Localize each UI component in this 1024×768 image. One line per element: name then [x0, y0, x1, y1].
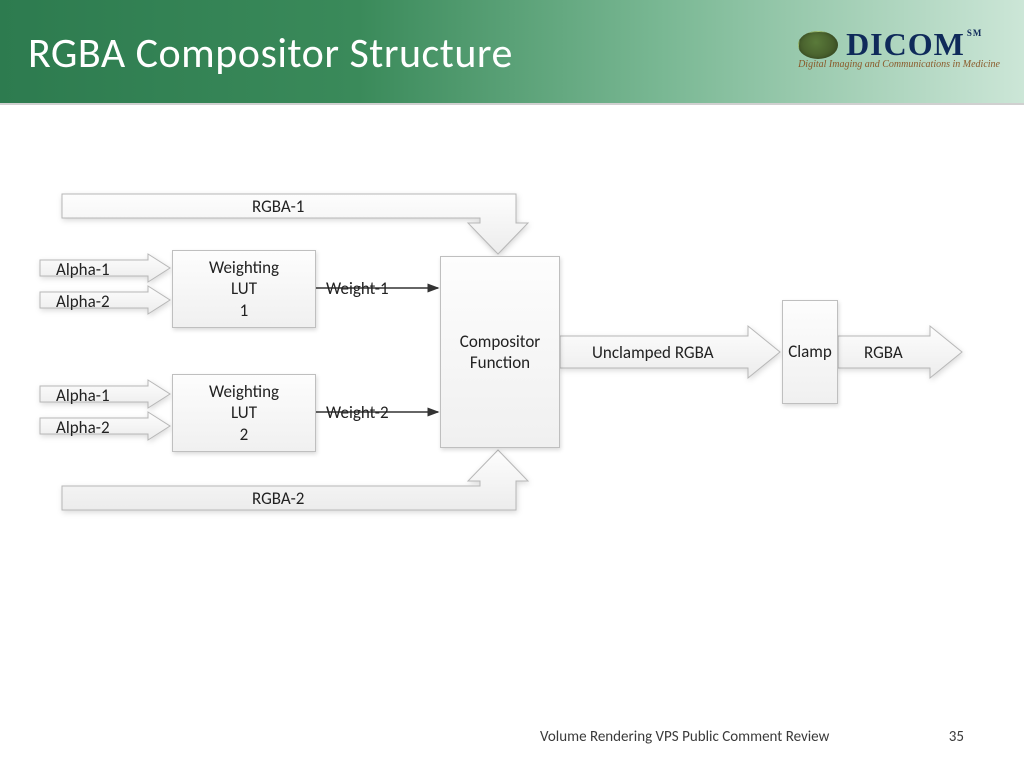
compositor-function-box: Compositor Function: [440, 256, 560, 448]
slide-header: RGBA Compositor Structure DICOMSM Digita…: [0, 0, 1024, 105]
alpha1-lut1-label: Alpha-1: [56, 259, 110, 280]
alpha2-lut2-label: Alpha-2: [56, 417, 110, 438]
diagram-canvas: RGBA-1 RGBA-2 Alpha-1 Alpha-2 Alpha-1 Al…: [0, 190, 1024, 560]
weighting-lut-2-box: Weighting LUT 2: [172, 374, 316, 452]
logo-text: DICOMSM: [846, 26, 980, 63]
weighting-lut-1-box: Weighting LUT 1: [172, 250, 316, 328]
page-number: 35: [949, 728, 964, 746]
slide-footer: Volume Rendering VPS Public Comment Revi…: [0, 728, 1024, 752]
globe-icon: [798, 31, 838, 59]
unclamped-rgba-label: Unclamped RGBA: [592, 342, 714, 363]
rgba2-label: RGBA-2: [252, 488, 304, 509]
alpha1-lut2-label: Alpha-1: [56, 385, 110, 406]
clamp-box: Clamp: [782, 300, 838, 404]
rgba1-label: RGBA-1: [252, 196, 304, 217]
alpha2-lut1-label: Alpha-2: [56, 291, 110, 312]
slide-title: RGBA Compositor Structure: [28, 28, 513, 79]
weight2-label: Weight-2: [326, 402, 389, 423]
weight1-label: Weight-1: [326, 278, 389, 299]
footer-text: Volume Rendering VPS Public Comment Revi…: [540, 728, 829, 746]
dicom-logo: DICOMSM Digital Imaging and Communicatio…: [798, 26, 1000, 70]
rgba-out-label: RGBA: [864, 342, 903, 363]
